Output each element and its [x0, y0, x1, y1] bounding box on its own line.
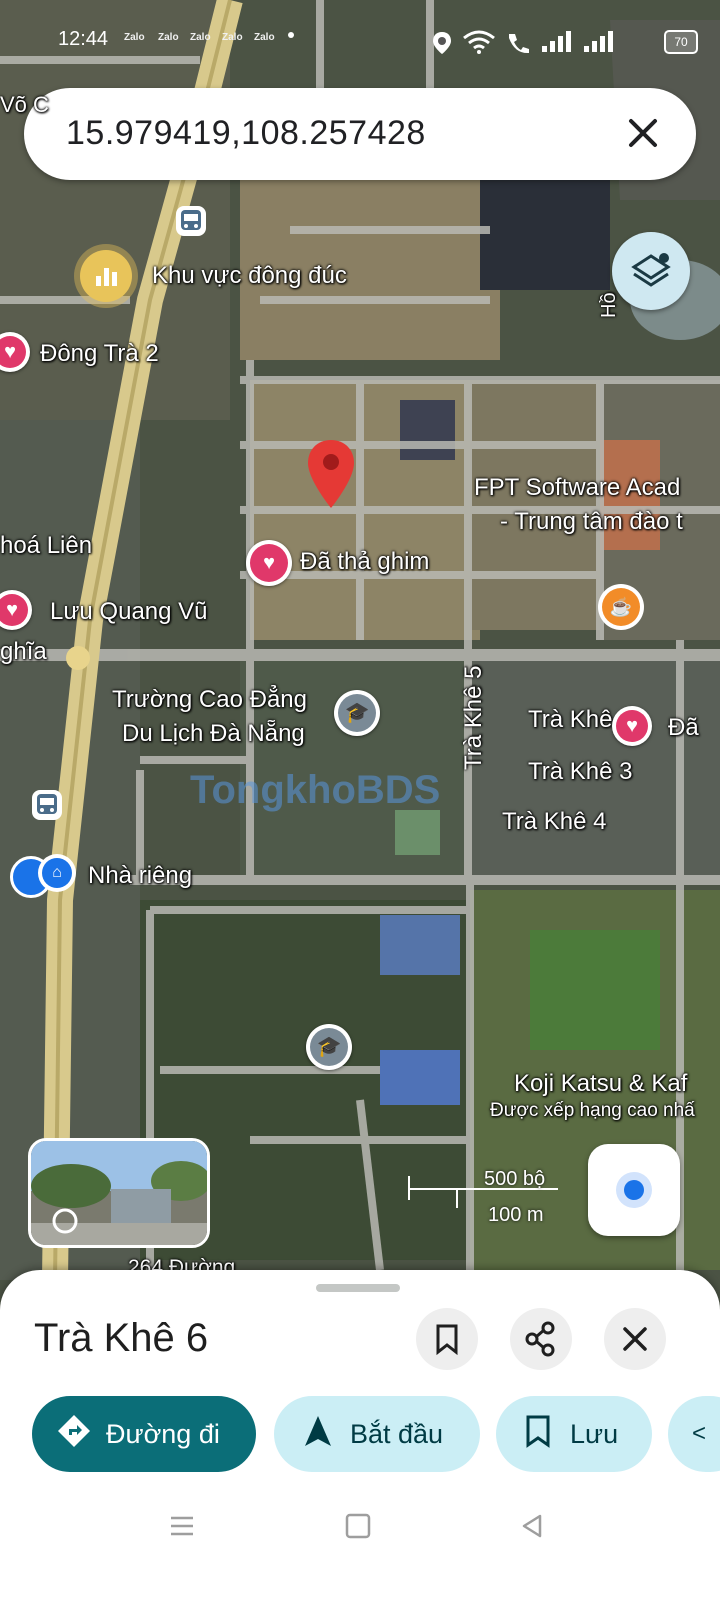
street-label-tra-khe: Trà Khê — [528, 706, 613, 733]
battery-icon: 70 — [664, 30, 698, 54]
coffee-icon: ☕ — [602, 588, 640, 626]
directions-label: Đường đi — [106, 1418, 220, 1449]
search-bar[interactable]: 15.979419,108.257428 — [24, 88, 696, 180]
place-label-dong-tra-2[interactable]: Đông Trà 2 — [40, 340, 159, 368]
save-label: Lưu — [570, 1418, 619, 1449]
street-label-ho: Hồ — [598, 292, 620, 318]
share-icon — [525, 1321, 555, 1357]
layers-icon — [631, 253, 671, 287]
zalo-notification-icon: Zalo — [190, 32, 211, 43]
watermark-text: TongkhoBDS — [190, 768, 441, 812]
navigation-arrow-icon — [298, 1414, 338, 1455]
street-label-vo: Võ C — [0, 92, 49, 117]
close-icon — [623, 1327, 647, 1351]
street-label-nghia: ghĩa — [0, 638, 47, 665]
place-label-nha-rieng[interactable]: Nhà riêng — [88, 862, 192, 890]
more-actions-chip[interactable]: < — [668, 1396, 720, 1472]
my-location-button[interactable] — [588, 1144, 680, 1236]
search-query[interactable]: 15.979419,108.257428 — [66, 114, 426, 153]
street-label-tra-khe-4: Trà Khê 4 — [502, 808, 607, 835]
status-time: 12:44 — [58, 28, 109, 50]
share-icon: < — [692, 1420, 707, 1447]
bus-stop-icon[interactable] — [176, 206, 206, 236]
scale-metric: 100 m — [488, 1204, 544, 1226]
place-label-fpt-line1[interactable]: FPT Software Acad — [474, 474, 680, 502]
sheet-drag-handle[interactable] — [316, 1284, 400, 1292]
graduation-cap-icon: 🎓 — [338, 694, 376, 732]
clear-search-button[interactable] — [618, 108, 668, 158]
signal-icon-1 — [542, 31, 571, 52]
bus-stop-icon[interactable] — [32, 790, 62, 820]
close-sheet-button[interactable] — [604, 1308, 666, 1370]
start-button[interactable]: Bắt đầu — [274, 1396, 480, 1472]
map-scale: 500 bộ 100 m — [408, 1168, 568, 1240]
school-pin[interactable]: 🎓 — [306, 1024, 352, 1070]
zalo-notification-icon: Zalo — [222, 32, 243, 43]
share-button[interactable] — [510, 1308, 572, 1370]
crowded-area-label[interactable]: Khu vực đông đúc — [152, 262, 347, 290]
graduation-cap-icon: 🎓 — [310, 1028, 348, 1066]
street-view-thumbnail[interactable] — [28, 1138, 210, 1248]
place-label-da[interactable]: Đã — [668, 714, 699, 742]
status-bar: 12:44 Zalo Zalo Zalo Zalo Zalo 70 — [0, 22, 720, 62]
menu-icon[interactable] — [168, 1512, 196, 1540]
back-icon[interactable] — [518, 1512, 546, 1540]
layers-button[interactable] — [612, 232, 690, 310]
street-label-tra-khe-3: Trà Khê 3 — [528, 758, 633, 785]
location-status-icon — [433, 32, 451, 54]
street-label-hoa-lien: hoá Liên — [0, 532, 93, 559]
pinned-heart-icon[interactable]: ♥ — [246, 540, 292, 586]
home-pin[interactable]: ⌂ — [38, 854, 76, 892]
scale-imperial: 500 bộ — [484, 1168, 546, 1190]
place-title: Trà Khê 6 — [34, 1316, 209, 1360]
school-pin[interactable]: 🎓 — [334, 690, 380, 736]
system-navigation-bar — [0, 1490, 720, 1600]
home-icon: ⌂ — [42, 858, 72, 888]
place-label-pinned[interactable]: Đã thả ghim — [300, 548, 429, 576]
saved-place-heart-icon[interactable]: ♥ — [612, 706, 652, 746]
call-icon — [509, 34, 529, 54]
zalo-notification-icon: Zalo — [124, 32, 145, 43]
start-label: Bắt đầu — [350, 1418, 444, 1449]
close-icon — [629, 119, 657, 147]
street-label-tra-khe-5: Trà Khê 5 — [460, 665, 487, 771]
directions-icon — [54, 1413, 94, 1456]
zalo-notification-icon: Zalo — [254, 32, 275, 43]
cafe-pin[interactable]: ☕ — [598, 584, 644, 630]
place-label-koji-sub: Được xếp hạng cao nhấ — [490, 1100, 695, 1121]
street-label-luu-quang-vu: Lưu Quang Vũ — [50, 598, 208, 625]
bookmark-button[interactable] — [416, 1308, 478, 1370]
signal-icon-2 — [584, 31, 613, 52]
bookmark-icon — [518, 1414, 558, 1455]
home-button-icon[interactable] — [344, 1512, 372, 1540]
save-button[interactable]: Lưu — [496, 1396, 652, 1472]
place-label-college-line1[interactable]: Trường Cao Đẳng — [112, 686, 307, 714]
place-label-college-line2[interactable]: Du Lịch Đà Nẵng — [122, 720, 305, 748]
directions-button[interactable]: Đường đi — [32, 1396, 256, 1472]
bookmark-icon — [436, 1324, 458, 1356]
more-notifications-dot — [288, 32, 294, 38]
junction-marker — [66, 646, 90, 670]
place-label-fpt-line2[interactable]: - Trung tâm đào t — [500, 508, 683, 536]
wifi-icon — [463, 30, 495, 54]
zalo-notification-icon: Zalo — [158, 32, 179, 43]
place-label-koji[interactable]: Koji Katsu & Kaf — [514, 1070, 687, 1098]
my-location-icon — [616, 1172, 652, 1208]
crowded-area-icon[interactable] — [80, 250, 132, 302]
dropped-pin-icon[interactable] — [306, 438, 356, 510]
